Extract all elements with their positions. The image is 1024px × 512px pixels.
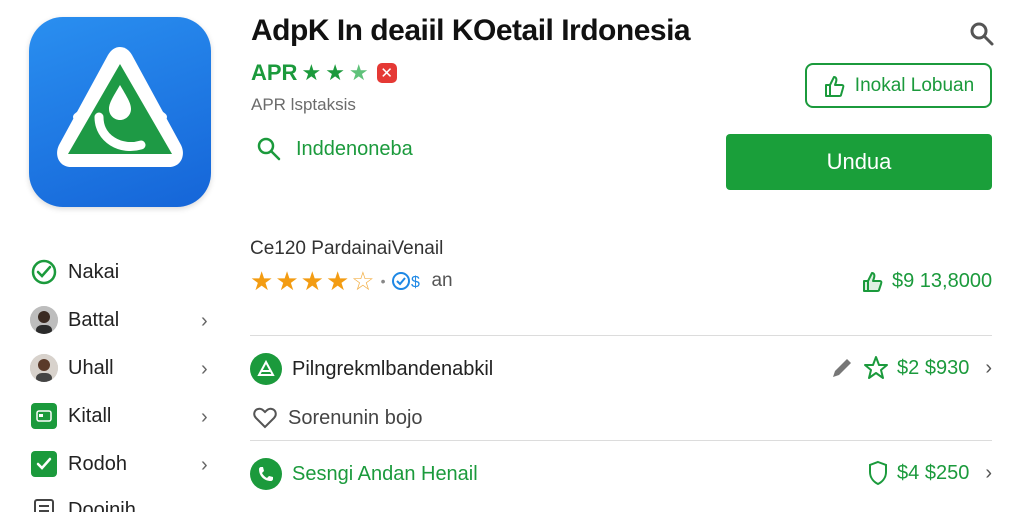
chevron-right-icon: ›: [201, 406, 208, 428]
star-icon: ★: [250, 266, 274, 296]
star-outline-icon[interactable]: [863, 355, 889, 381]
heart-icon[interactable]: [252, 405, 278, 431]
verified-icon: $: [392, 272, 420, 291]
sidebar-item-rodoh[interactable]: Rodoh ›: [29, 448, 219, 480]
star-icon: ★: [300, 266, 324, 296]
divider: [250, 440, 992, 441]
list-item-label: Pilngrekmlbandenabkil: [292, 357, 494, 380]
checkbox-icon: [31, 451, 57, 477]
sidebar-item-kitall[interactable]: Kitall ›: [29, 400, 219, 432]
star-icon: ★: [325, 266, 350, 296]
pencil-icon[interactable]: [829, 355, 855, 381]
list-item-label: Sorenunin bojo: [288, 406, 423, 429]
thumbs-up-icon: [863, 271, 883, 292]
sidebar-item-label: Kitall: [68, 404, 112, 427]
star-icon: ★: [275, 266, 299, 296]
sidebar-item-battal[interactable]: Battal ›: [29, 304, 219, 336]
stat-value-text: $9 13,8000: [892, 270, 993, 292]
star-icon: ★: [325, 60, 345, 85]
sidebar-item-uhall[interactable]: Uhall ›: [29, 352, 219, 384]
search-link[interactable]: Inddenoneba: [256, 136, 413, 162]
sidebar-item-nakai[interactable]: Nakai: [29, 256, 219, 288]
search-link-label: Inddenoneba: [296, 137, 413, 160]
divider: [250, 335, 992, 336]
star-icon: ★: [348, 60, 369, 85]
stats-title: Ce120 PardainaiVenail: [250, 238, 444, 259]
list-item[interactable]: Sorenunin bojo: [250, 400, 992, 436]
stars-rating: ★ ★ ★ ★ ☆ • $ an: [250, 266, 453, 296]
rating-label: APR: [251, 60, 298, 85]
chevron-right-icon: ›: [201, 454, 208, 476]
search-icon[interactable]: [968, 20, 996, 48]
sidebar-item-label: Battal: [68, 308, 120, 331]
card-icon: [31, 403, 57, 429]
stats-suffix: an: [431, 270, 453, 291]
app-title: AdpK In deaiil KOetail Irdonesia: [251, 14, 691, 47]
app-badge-icon: [250, 353, 282, 385]
list-item-price: $4 $250: [897, 461, 970, 484]
list-item-price: $2 $930: [897, 356, 970, 379]
shield-icon: [869, 460, 888, 486]
sidebar-item-label: Rodoh: [68, 452, 127, 475]
phone-icon: [250, 458, 282, 490]
app-icon: [29, 17, 211, 207]
chevron-right-icon: ›: [985, 356, 992, 379]
check-circle-icon: [29, 257, 59, 287]
download-button-label: Undua: [826, 149, 892, 174]
sidebar-item-dooinih[interactable]: Dooinih: [29, 494, 219, 512]
star-empty-icon: ☆: [351, 266, 375, 296]
list-item[interactable]: Sesngi Andan Henail $4 $250 ›: [250, 456, 992, 492]
thumbs-up-icon: [824, 75, 845, 97]
install-button-label: Inokal Lobuan: [854, 74, 975, 96]
document-icon: [29, 495, 59, 512]
avatar: [30, 354, 58, 382]
sidebar-item-label: Uhall: [68, 356, 114, 379]
search-icon: [257, 137, 281, 161]
sidebar-item-label: Dooinih: [68, 498, 136, 512]
app-rating: APR ★ ★ ★ ✕: [251, 60, 397, 86]
app-subtitle: APR lsptaksis: [251, 95, 356, 114]
chevron-right-icon: ›: [201, 310, 208, 332]
stat-value: $9 13,8000: [862, 270, 992, 293]
svg-text:$: $: [411, 274, 420, 291]
app-logo-icon: [57, 47, 183, 167]
list-item[interactable]: Pilngrekmlbandenabkil $2 $930 ›: [250, 351, 992, 387]
sidebar-item-label: Nakai: [68, 260, 120, 283]
avatar: [30, 306, 58, 334]
star-icon: ★: [301, 60, 322, 85]
chevron-right-icon: ›: [985, 461, 992, 484]
close-badge-icon[interactable]: ✕: [376, 63, 397, 83]
list-item-label: Sesngi Andan Henail: [292, 462, 478, 485]
download-button[interactable]: Undua: [726, 134, 992, 190]
install-button[interactable]: Inokal Lobuan: [805, 63, 992, 108]
chevron-right-icon: ›: [201, 358, 208, 380]
